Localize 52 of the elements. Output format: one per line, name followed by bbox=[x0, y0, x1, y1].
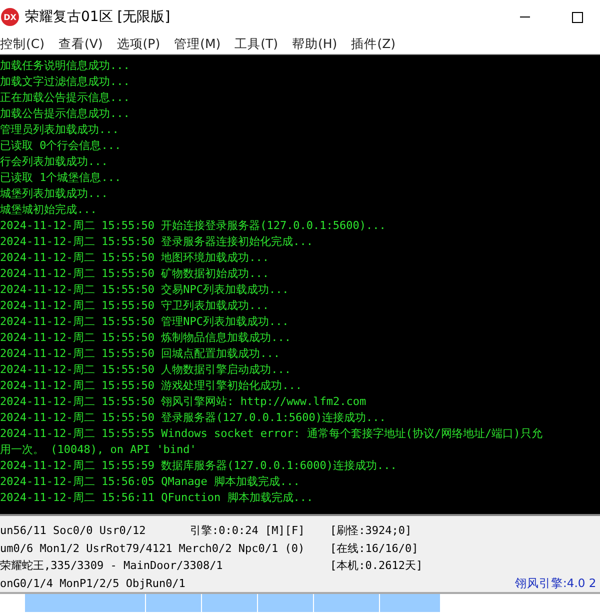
status-text: 荣耀蛇王,335/3309 - MainDoor/3308/1 bbox=[0, 558, 223, 574]
log-line: 已读取 1个城堡信息... bbox=[0, 170, 122, 186]
log-line: 用一次。 (10048), on API 'bind' bbox=[0, 442, 196, 458]
status-text: un56/11 Soc0/0 Usr0/12 bbox=[0, 524, 146, 538]
log-line: 2024-11-12-周二 15:55:50 登录服务器连接初始化完成... bbox=[0, 234, 313, 250]
app-logo-icon: DX bbox=[1, 8, 19, 26]
maximize-icon[interactable] bbox=[571, 11, 583, 23]
list-header-cell bbox=[146, 594, 201, 612]
log-line: 2024-11-12-周二 15:55:50 管理NPC列表加载成功... bbox=[0, 314, 289, 330]
status-text: [在线:16/16/0] bbox=[330, 540, 418, 556]
status-text: onG0/1/4 MonP1/2/5 ObjRun0/1 bbox=[0, 576, 186, 590]
log-line: 2024-11-12-周二 15:55:50 交易NPC列表加载成功... bbox=[0, 282, 289, 298]
log-line: 2024-11-12-周二 15:55:50 游戏处理引擎初始化成功... bbox=[0, 378, 302, 394]
log-line: 城堡城初始完成... bbox=[0, 202, 97, 218]
log-line: 行会列表加载成功... bbox=[0, 154, 108, 170]
list-header-cell bbox=[314, 594, 379, 612]
menu-item[interactable]: 查看(V) bbox=[58, 36, 117, 52]
log-line: 2024-11-12-周二 15:56:11 QFunction 脚本加载完成... bbox=[0, 490, 314, 506]
status-text: 引擎:0:0:24 [M][F] bbox=[190, 523, 305, 538]
version-label: 翎风引擎:4.0 2 bbox=[515, 576, 596, 591]
log-line: 2024-11-12-周二 15:55:50 矿物数据初始成功... bbox=[0, 266, 269, 282]
log-line: 2024-11-12-周二 15:55:59 数据库服务器(127.0.0.1:6000)连接成功... bbox=[0, 458, 397, 474]
log-line: 城堡列表加载成功... bbox=[0, 186, 108, 202]
menu-item[interactable]: 帮助(H) bbox=[292, 36, 352, 52]
list-header-cell bbox=[258, 594, 313, 612]
log-line: 加载公告提示信息成功... bbox=[0, 106, 130, 122]
list-header-cell bbox=[202, 594, 257, 612]
log-line: 2024-11-12-周二 15:56:05 QManage 脚本加载完成... bbox=[0, 474, 300, 490]
menu-item[interactable]: 选项(P) bbox=[116, 36, 174, 52]
window-title: 荣耀复古01区 [无限版] bbox=[25, 8, 172, 26]
log-line: 管理员列表加载成功... bbox=[0, 122, 119, 138]
menu-item[interactable]: 插件(Z) bbox=[351, 36, 410, 52]
status-text: [刷怪:3924;0] bbox=[330, 523, 412, 538]
menu-item[interactable]: 控制(C) bbox=[0, 36, 58, 52]
log-line: 2024-11-12-周二 15:55:50 翎风引擎网站: http://www.lfm2.com bbox=[0, 394, 366, 410]
log-line: 2024-11-12-周二 15:55:55 Windows socket error: 通常每个套接字地址(协议/网络地址/端口)只允 bbox=[0, 426, 542, 442]
log-line: 2024-11-12-周二 15:55:50 人物数据引擎启动成功... bbox=[0, 362, 291, 378]
log-line: 加载文字过滤信息成功... bbox=[0, 74, 130, 90]
log-line: 2024-11-12-周二 15:55:50 登录服务器(127.0.0.1:5600)连接成功... bbox=[0, 410, 386, 426]
log-line: 2024-11-12-周二 15:55:50 开始连接登录服务器(127.0.0.1:5600)... bbox=[0, 218, 386, 234]
status-text: um0/6 Mon1/2 UsrRot79/4121 Merch0/2 Npc0/1 (0) bbox=[0, 542, 305, 555]
menu-item[interactable]: 工具(T) bbox=[234, 36, 292, 52]
log-line: 已读取 0个行会信息... bbox=[0, 138, 122, 154]
log-line: 2024-11-12-周二 15:55:50 地图环境加载成功... bbox=[0, 250, 269, 266]
log-line: 2024-11-12-周二 15:55:50 回城点配置加载成功... bbox=[0, 346, 280, 362]
menu-item[interactable]: 管理(M) bbox=[174, 36, 235, 52]
status-text: [本机:0.2612天] bbox=[330, 558, 423, 574]
log-line: 正在加载公告提示信息... bbox=[0, 90, 130, 106]
log-line: 2024-11-12-周二 15:55:50 守卫列表加载成功... bbox=[0, 298, 269, 314]
log-line: 加载任务说明信息成功... bbox=[0, 58, 130, 74]
log-line: 2024-11-12-周二 15:55:50 炼制物品信息加载成功... bbox=[0, 330, 291, 346]
list-header-cell bbox=[380, 594, 440, 612]
